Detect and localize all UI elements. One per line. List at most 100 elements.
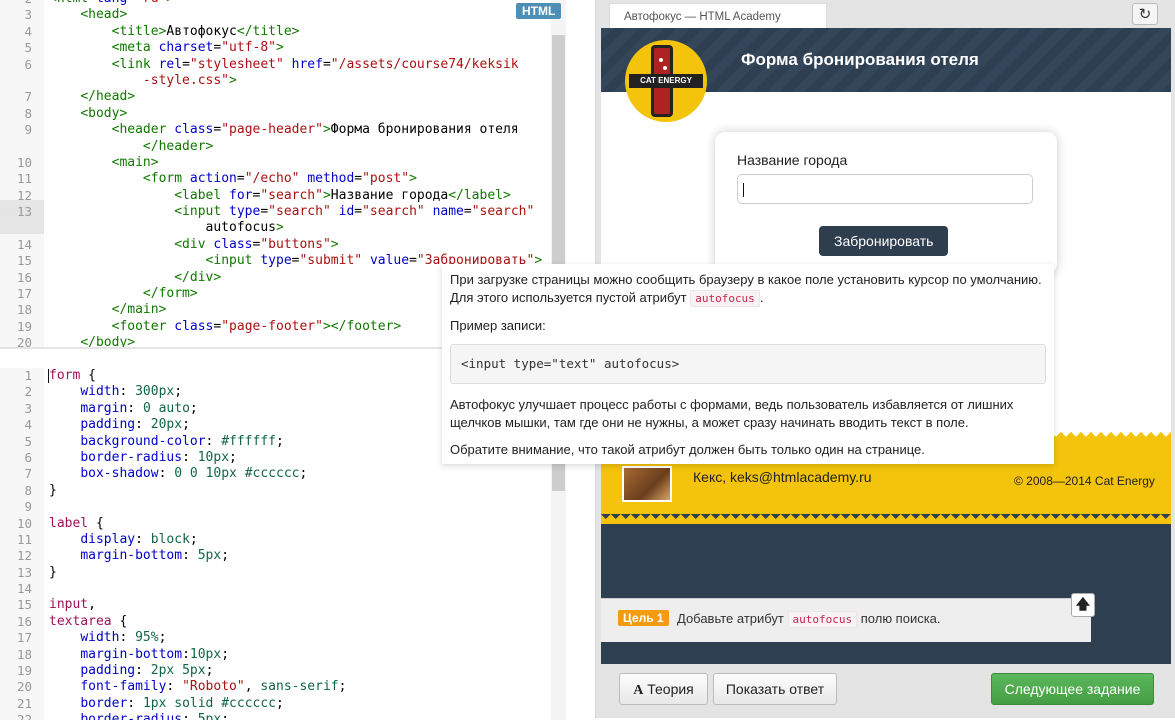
- line-code[interactable]: border-radius: 5px;: [49, 712, 551, 720]
- line-code[interactable]: width: 95%;: [49, 630, 551, 646]
- html-code-line[interactable]: 5 <meta charset="utf-8">: [0, 40, 551, 56]
- line-code[interactable]: <form action="/echo" method="post">: [49, 171, 551, 187]
- css-code-line[interactable]: 9: [0, 499, 551, 515]
- css-code-line[interactable]: 20 font-family: "Roboto", sans-serif;: [0, 679, 551, 695]
- line-code[interactable]: <input type="search" id="search" name="s…: [49, 204, 551, 220]
- css-code-line[interactable]: 18 margin-bottom:10px;: [0, 647, 551, 663]
- line-code[interactable]: label {: [49, 516, 551, 532]
- line-number: 5: [24, 40, 32, 56]
- line-number: 2: [0, 0, 32, 7]
- line-number: 22: [16, 712, 32, 720]
- line-number: 17: [16, 630, 32, 646]
- theory-button[interactable]: A Теория: [619, 673, 708, 705]
- line-number: 19: [16, 663, 32, 679]
- tooltip-paragraph-3: Автофокус улучшает процесс работы с форм…: [450, 397, 1014, 430]
- line-number: 12: [16, 548, 32, 564]
- goal-text: Добавьте атрибут autofocus полю поиска.: [677, 611, 941, 628]
- cat-energy-logo: CAT ENERGY: [625, 40, 707, 122]
- show-answer-button[interactable]: Показать ответ: [713, 673, 837, 705]
- line-code[interactable]: border: 1px solid #cccccc;: [49, 696, 551, 712]
- html-code-line[interactable]: 14 <div class="buttons">: [0, 237, 551, 253]
- line-code[interactable]: autofocus>: [49, 220, 551, 236]
- line-code[interactable]: <html lang="ru">: [49, 0, 551, 7]
- css-code-line[interactable]: 12 margin-bottom: 5px;: [0, 548, 551, 564]
- css-code-line[interactable]: 14: [0, 581, 551, 597]
- line-code[interactable]: font-family: "Roboto", sans-serif;: [49, 679, 551, 695]
- city-search-input[interactable]: [737, 174, 1033, 204]
- html-code-line[interactable]: 8 <body>: [0, 106, 551, 122]
- css-code-line[interactable]: 15 input,: [0, 597, 551, 613]
- line-number: 16: [16, 269, 32, 285]
- book-button[interactable]: Забронировать: [819, 226, 949, 256]
- next-task-button[interactable]: Следующее задание: [991, 673, 1154, 705]
- css-code-line[interactable]: 21 border: 1px solid #cccccc;: [0, 696, 551, 712]
- html-code-line[interactable]: 11 <form action="/echo" method="post">: [0, 171, 551, 187]
- line-number: 13: [0, 204, 32, 221]
- line-code[interactable]: <head>: [49, 7, 551, 23]
- css-code-line[interactable]: 16 textarea {: [0, 614, 551, 630]
- css-code-line[interactable]: 8}: [0, 483, 551, 499]
- line-number: 12: [16, 187, 32, 203]
- line-code[interactable]: textarea {: [49, 614, 551, 630]
- html-code-line[interactable]: autofocus>: [0, 220, 551, 236]
- line-code[interactable]: display: block;: [49, 532, 551, 548]
- line-code[interactable]: <title>Автофокус</title>: [49, 24, 551, 40]
- html-code-line[interactable]: 9 <header class="page-header">Форма брон…: [0, 122, 551, 138]
- line-number: 4: [24, 417, 32, 433]
- html-code-line[interactable]: -style.css">: [0, 73, 551, 89]
- line-number: 10: [16, 154, 32, 170]
- html-code-line[interactable]: </header>: [0, 139, 551, 155]
- css-code-line[interactable]: 17 width: 95%;: [0, 630, 551, 646]
- html-code-line[interactable]: 7 </head>: [0, 89, 551, 105]
- line-code[interactable]: <header class="page-header">Форма бронир…: [49, 122, 551, 138]
- line-number: 18: [16, 302, 32, 318]
- line-number: 14: [16, 236, 32, 252]
- css-code-line[interactable]: 10 label {: [0, 516, 551, 532]
- arrow-up-icon[interactable]: 🡅: [1071, 593, 1095, 617]
- css-code-line[interactable]: 22 border-radius: 5px;: [0, 712, 551, 720]
- line-number: 18: [16, 646, 32, 662]
- line-code[interactable]: margin-bottom:10px;: [49, 647, 551, 663]
- refresh-icon[interactable]: ↻: [1132, 3, 1158, 25]
- avatar: [622, 466, 672, 502]
- line-code[interactable]: margin-bottom: 5px;: [49, 548, 551, 564]
- html-code-line[interactable]: 12 <label for="search">Название города</…: [0, 188, 551, 204]
- line-code[interactable]: </head>: [49, 89, 551, 105]
- line-number: 9: [24, 122, 32, 138]
- html-code-line[interactable]: 4 <title>Автофокус</title>: [0, 24, 551, 40]
- theory-tooltip: При загрузке страницы можно сообщить бра…: [442, 264, 1054, 464]
- preview-tab[interactable]: Автофокус — HTML Academy: [609, 3, 827, 29]
- line-code[interactable]: </header>: [49, 139, 551, 155]
- css-code-line[interactable]: 19 padding: 2px 5px;: [0, 663, 551, 679]
- line-number: 6: [24, 56, 32, 72]
- line-code[interactable]: box-shadow: 0 0 10px #cccccc;: [49, 466, 551, 482]
- city-label: Название города: [737, 152, 848, 168]
- line-code[interactable]: <meta charset="utf-8">: [49, 40, 551, 56]
- line-code[interactable]: input,: [49, 597, 551, 613]
- html-code-line[interactable]: 6 <link rel="stylesheet" href="/assets/c…: [0, 57, 551, 73]
- line-code[interactable]: <body>: [49, 106, 551, 122]
- line-code[interactable]: padding: 2px 5px;: [49, 663, 551, 679]
- line-code[interactable]: -style.css">: [49, 73, 551, 89]
- line-number: 19: [16, 318, 32, 334]
- line-code[interactable]: <link rel="stylesheet" href="/assets/cou…: [49, 57, 551, 73]
- line-number: 8: [24, 105, 32, 121]
- html-code-line[interactable]: 2 <html lang="ru">: [0, 0, 551, 7]
- line-code[interactable]: <div class="buttons">: [49, 237, 551, 253]
- html-code-line[interactable]: 10 <main>: [0, 155, 551, 171]
- line-number: 17: [16, 286, 32, 302]
- css-code-line[interactable]: 7 box-shadow: 0 0 10px #cccccc;: [0, 466, 551, 482]
- css-code-line[interactable]: 13}: [0, 565, 551, 581]
- line-number: 11: [16, 171, 32, 187]
- goal-bar: Цель 1 Добавьте атрибут autofocus полю п…: [601, 598, 1091, 642]
- line-code[interactable]: <label for="search">Название города</lab…: [49, 188, 551, 204]
- html-code-line[interactable]: 3 <head>: [0, 7, 551, 23]
- line-code[interactable]: }: [49, 565, 551, 581]
- line-number: 13: [16, 564, 32, 580]
- html-code-line[interactable]: 13 <input type="search" id="search" name…: [0, 204, 551, 221]
- css-code-line[interactable]: 11 display: block;: [0, 532, 551, 548]
- line-code[interactable]: <main>: [49, 155, 551, 171]
- line-number: 21: [16, 695, 32, 711]
- line-code[interactable]: }: [49, 483, 551, 499]
- line-number: 3: [24, 400, 32, 416]
